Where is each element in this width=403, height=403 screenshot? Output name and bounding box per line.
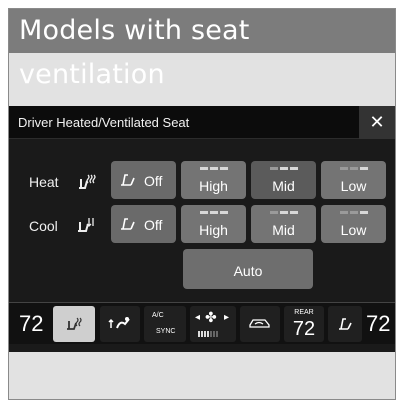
seat-icon	[119, 216, 139, 236]
level-indicator	[199, 167, 228, 170]
cool-off-button[interactable]: Off	[111, 205, 176, 243]
close-icon: ✕	[369, 112, 385, 132]
cool-mid-label: Mid	[272, 222, 295, 238]
airflow-mode-button[interactable]	[100, 306, 140, 342]
cool-off-label: Off	[144, 217, 163, 233]
level-indicator	[339, 167, 368, 170]
heat-mid-label: Mid	[272, 178, 295, 194]
level-indicator	[269, 211, 298, 214]
heat-off-label: Off	[144, 173, 163, 189]
recirculation-button[interactable]	[240, 306, 280, 342]
climate-screen: Driver Heated/Ventilated Seat ✕ Heat Off…	[9, 106, 395, 352]
airflow-mode-icon	[100, 316, 140, 335]
cool-high-button[interactable]: High	[181, 205, 246, 243]
rear-temp: 72	[292, 318, 316, 340]
manual-frame: Models with seat ventilation Driver Heat…	[8, 8, 396, 400]
dialog-title: Driver Heated/Ventilated Seat	[18, 115, 190, 130]
heated-seat-icon	[53, 316, 95, 335]
auto-button[interactable]: Auto	[183, 249, 313, 289]
passenger-seat-icon	[328, 316, 362, 335]
climate-bar: 72 A/C SYNC ◂ ✤ ▸ REAR 72 72	[9, 302, 395, 344]
fan-level-indicator	[198, 331, 218, 337]
heat-mid-button[interactable]: Mid	[251, 161, 316, 199]
cool-high-label: High	[199, 222, 228, 238]
heat-low-label: Low	[340, 178, 367, 194]
seat-heat-button[interactable]	[53, 306, 95, 342]
fan-decrease-icon: ◂	[195, 312, 201, 323]
passenger-seat-button[interactable]	[328, 306, 362, 342]
ac-sync-button[interactable]: A/C SYNC	[144, 306, 186, 342]
heat-high-button[interactable]: High	[181, 161, 246, 199]
close-button[interactable]: ✕	[359, 106, 395, 139]
cool-low-button[interactable]: Low	[321, 205, 386, 243]
rear-climate-button[interactable]: REAR 72	[284, 306, 324, 342]
sync-label: SYNC	[156, 328, 176, 335]
rear-label: REAR	[294, 309, 314, 316]
seat-icon	[119, 172, 139, 192]
heat-label: Heat	[29, 174, 59, 190]
heat-low-button[interactable]: Low	[321, 161, 386, 199]
cool-label: Cool	[29, 218, 58, 234]
driver-temp[interactable]: 72	[19, 311, 43, 337]
auto-label: Auto	[233, 263, 263, 279]
section-banner: Models with seat ventilation	[9, 9, 395, 90]
ac-label: A/C	[152, 312, 164, 319]
heat-off-button[interactable]: Off	[111, 161, 176, 199]
heat-high-label: High	[199, 178, 228, 194]
dialog-title-bar: Driver Heated/Ventilated Seat ✕	[9, 106, 395, 139]
cool-low-label: Low	[340, 222, 367, 238]
level-indicator	[339, 211, 368, 214]
fan-icon: ✤	[205, 309, 217, 325]
cool-mid-button[interactable]: Mid	[251, 205, 316, 243]
ventilated-seat-icon	[75, 214, 97, 241]
level-indicator	[199, 211, 228, 214]
heated-seat-icon	[75, 172, 97, 197]
fan-speed-button[interactable]: ◂ ✤ ▸	[190, 306, 236, 342]
recirculation-icon	[240, 316, 280, 333]
passenger-temp[interactable]: 72	[366, 311, 390, 337]
level-indicator	[269, 167, 298, 170]
fan-increase-icon: ▸	[224, 312, 230, 323]
